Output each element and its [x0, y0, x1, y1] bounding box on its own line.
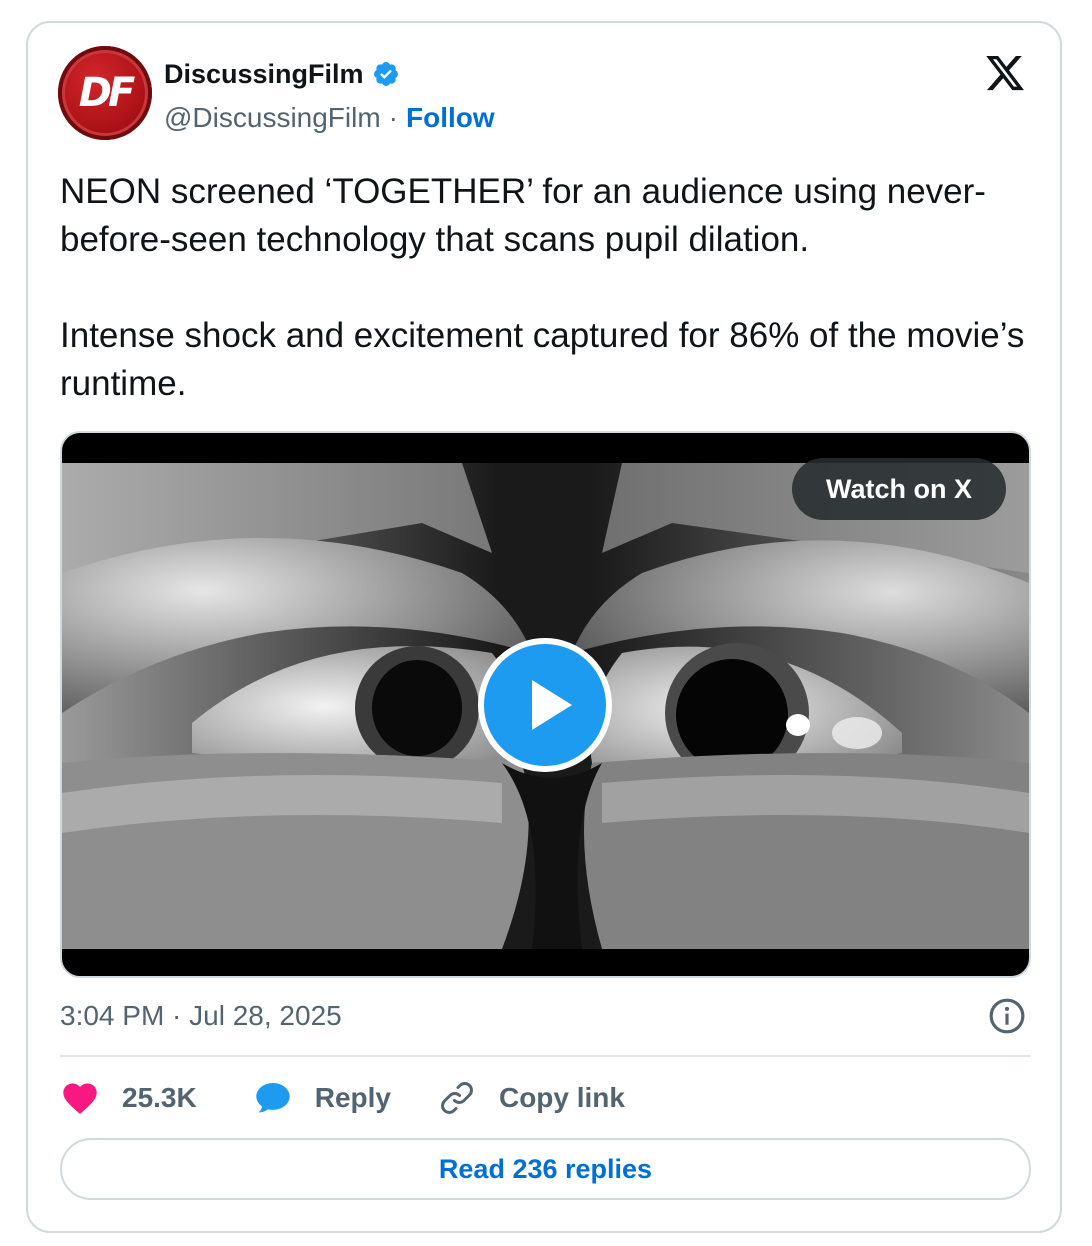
heart-icon [63, 1083, 97, 1114]
reply-label: Reply [314, 1082, 391, 1113]
watch-on-x-button[interactable]: Watch on X [792, 458, 1006, 520]
like-count: 25.3K [122, 1082, 197, 1113]
like-button[interactable]: 25.3K [60, 1078, 197, 1118]
link-icon [441, 1082, 473, 1114]
tweet-paragraph: Intense shock and excitement captured fo… [60, 316, 1025, 403]
speech-bubble-icon [256, 1083, 290, 1113]
avatar-monogram: DF [78, 70, 136, 116]
divider [60, 1055, 1031, 1057]
verified-badge-icon [373, 62, 398, 86]
copy-link-button[interactable]: Copy link [437, 1078, 625, 1118]
video-player[interactable]: Watch on X [60, 431, 1031, 978]
tweet-timestamp[interactable]: 3:04 PM · Jul 28, 2025 [60, 996, 342, 1036]
author-handle-row: @DiscussingFilm · Follow [164, 100, 495, 136]
reply-button[interactable]: Reply [253, 1078, 391, 1118]
info-icon[interactable] [988, 997, 1026, 1035]
copy-link-label: Copy link [498, 1082, 625, 1113]
tweet-text: NEON screened ‘TOGETHER’ for an audience… [60, 168, 1040, 408]
avatar[interactable]: DF [58, 46, 152, 140]
play-icon [532, 680, 572, 730]
follow-button[interactable]: Follow [406, 102, 495, 134]
read-replies-button[interactable]: Read 236 replies [60, 1138, 1031, 1200]
x-logo-icon[interactable] [982, 52, 1028, 94]
tweet-paragraph: NEON screened ‘TOGETHER’ for an audience… [60, 172, 986, 259]
action-bar: 25.3K Reply Copy link [60, 1075, 625, 1121]
author-name-row: DiscussingFilm [164, 56, 400, 92]
author-handle[interactable]: @DiscussingFilm [164, 102, 381, 134]
author-name[interactable]: DiscussingFilm [164, 59, 364, 90]
play-button[interactable] [478, 638, 612, 772]
separator-dot: · [388, 102, 398, 133]
